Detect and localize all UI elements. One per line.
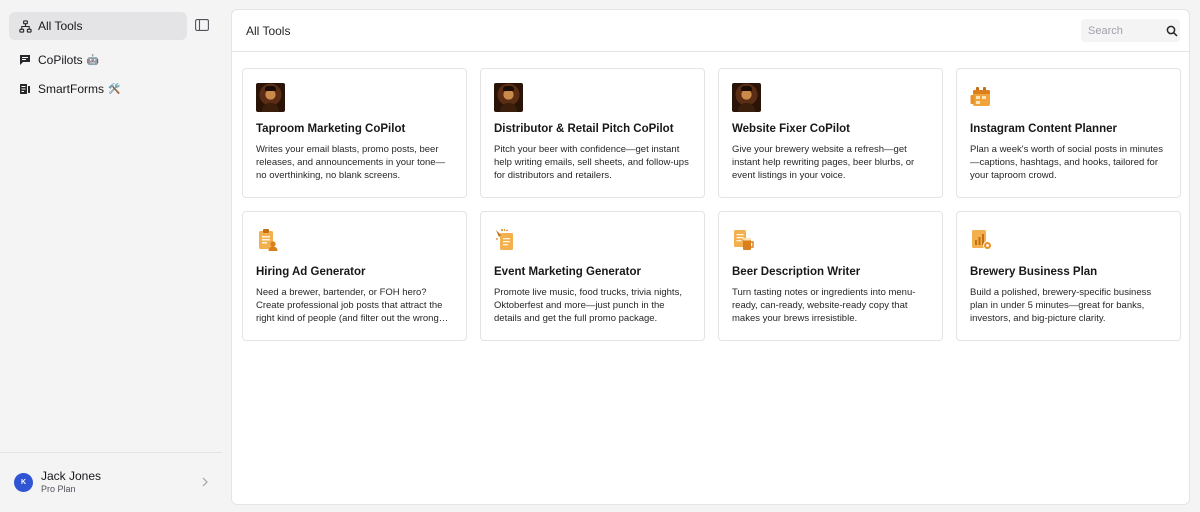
portrait-icon [732,82,762,112]
tool-card-hiring-ad[interactable]: Hiring Ad Generator Need a brewer, barte… [242,211,467,341]
sidebar: All Tools CoPilots 🤖 SmartForms 🛠️ K Jac… [0,0,222,512]
tool-title: Taproom Marketing CoPilot [256,123,406,135]
robot-emoji: 🤖 [86,54,100,66]
sidebar-item-all-tools[interactable]: All Tools [9,12,187,40]
tool-description: Turn tasting notes or ingredients into m… [732,287,916,324]
sitemap-icon [18,19,32,33]
business-plan-icon [970,225,1000,255]
tool-description: Build a polished, brewery-specific busin… [970,287,1152,324]
sidebar-item-label: All Tools [38,19,83,33]
tool-card-event-marketing[interactable]: Event Marketing Generator Promote live m… [480,211,705,341]
tool-card-taproom-marketing[interactable]: Taproom Marketing CoPilot Writes your em… [242,68,467,198]
tool-description: Plan a week's worth of social posts in m… [970,144,1163,181]
tool-card-beer-description[interactable]: Beer Description Writer Turn tasting not… [718,211,943,341]
sidebar-item-copilots[interactable]: CoPilots 🤖 [9,46,187,74]
tools-grid: Taproom Marketing CoPilot Writes your em… [242,68,1181,341]
chat-icon [18,53,32,67]
sidebar-toggle-icon [195,19,209,31]
tool-title: Brewery Business Plan [970,266,1098,278]
tool-card-website-fixer[interactable]: Website Fixer CoPilot Give your brewery … [718,68,943,198]
tool-description: Promote live music, food trucks, trivia … [494,287,682,324]
chevron-right-icon [200,477,210,487]
user-menu[interactable]: K Jack Jones Pro Plan [14,466,210,498]
tool-title: Instagram Content Planner [970,123,1117,135]
tool-title: Website Fixer CoPilot [732,123,851,135]
main-panel: All Tools Taproom Marketing CoPilot Writ… [231,9,1190,505]
tool-card-business-plan[interactable]: Brewery Business Plan Build a polished, … [956,211,1181,341]
user-name: Jack Jones [41,469,102,483]
beer-document-icon [732,225,762,255]
tool-card-instagram-planner[interactable]: Instagram Content Planner Plan a week's … [956,68,1181,198]
tool-title: Event Marketing Generator [494,266,641,278]
portrait-icon [256,82,286,112]
sidebar-toggle-button[interactable] [195,18,209,32]
clipboard-user-icon [256,225,286,255]
main-header: All Tools [232,10,1189,52]
user-plan: Pro Plan [41,484,76,494]
tool-description: Need a brewer, bartender, or FOH hero? C… [256,287,443,324]
form-icon [18,82,32,96]
tools-emoji: 🛠️ [108,83,121,95]
sidebar-item-label: SmartForms [38,82,104,96]
avatar: K [14,472,33,492]
tool-description: Writes your email blasts, promo posts, b… [256,144,446,181]
tool-description: Give your brewery website a refresh—get … [732,144,915,181]
page-title: All Tools [246,23,291,38]
tool-title: Hiring Ad Generator [256,266,366,278]
party-document-icon [494,225,524,255]
portrait-icon [494,82,524,112]
search-input[interactable] [1088,24,1162,37]
tool-card-distributor-pitch[interactable]: Distributor & Retail Pitch CoPilot Pitch… [480,68,705,198]
sidebar-item-label: CoPilots [38,53,83,67]
tool-description: Pitch your beer with confidence—get inst… [494,144,689,181]
search-icon[interactable] [1166,25,1178,37]
search-box[interactable] [1081,19,1180,42]
sidebar-item-smartforms[interactable]: SmartForms 🛠️ [9,75,187,103]
calendar-icon [970,82,1000,112]
tool-title: Beer Description Writer [732,266,861,278]
sidebar-divider [0,452,222,453]
tool-title: Distributor & Retail Pitch CoPilot [494,123,674,135]
